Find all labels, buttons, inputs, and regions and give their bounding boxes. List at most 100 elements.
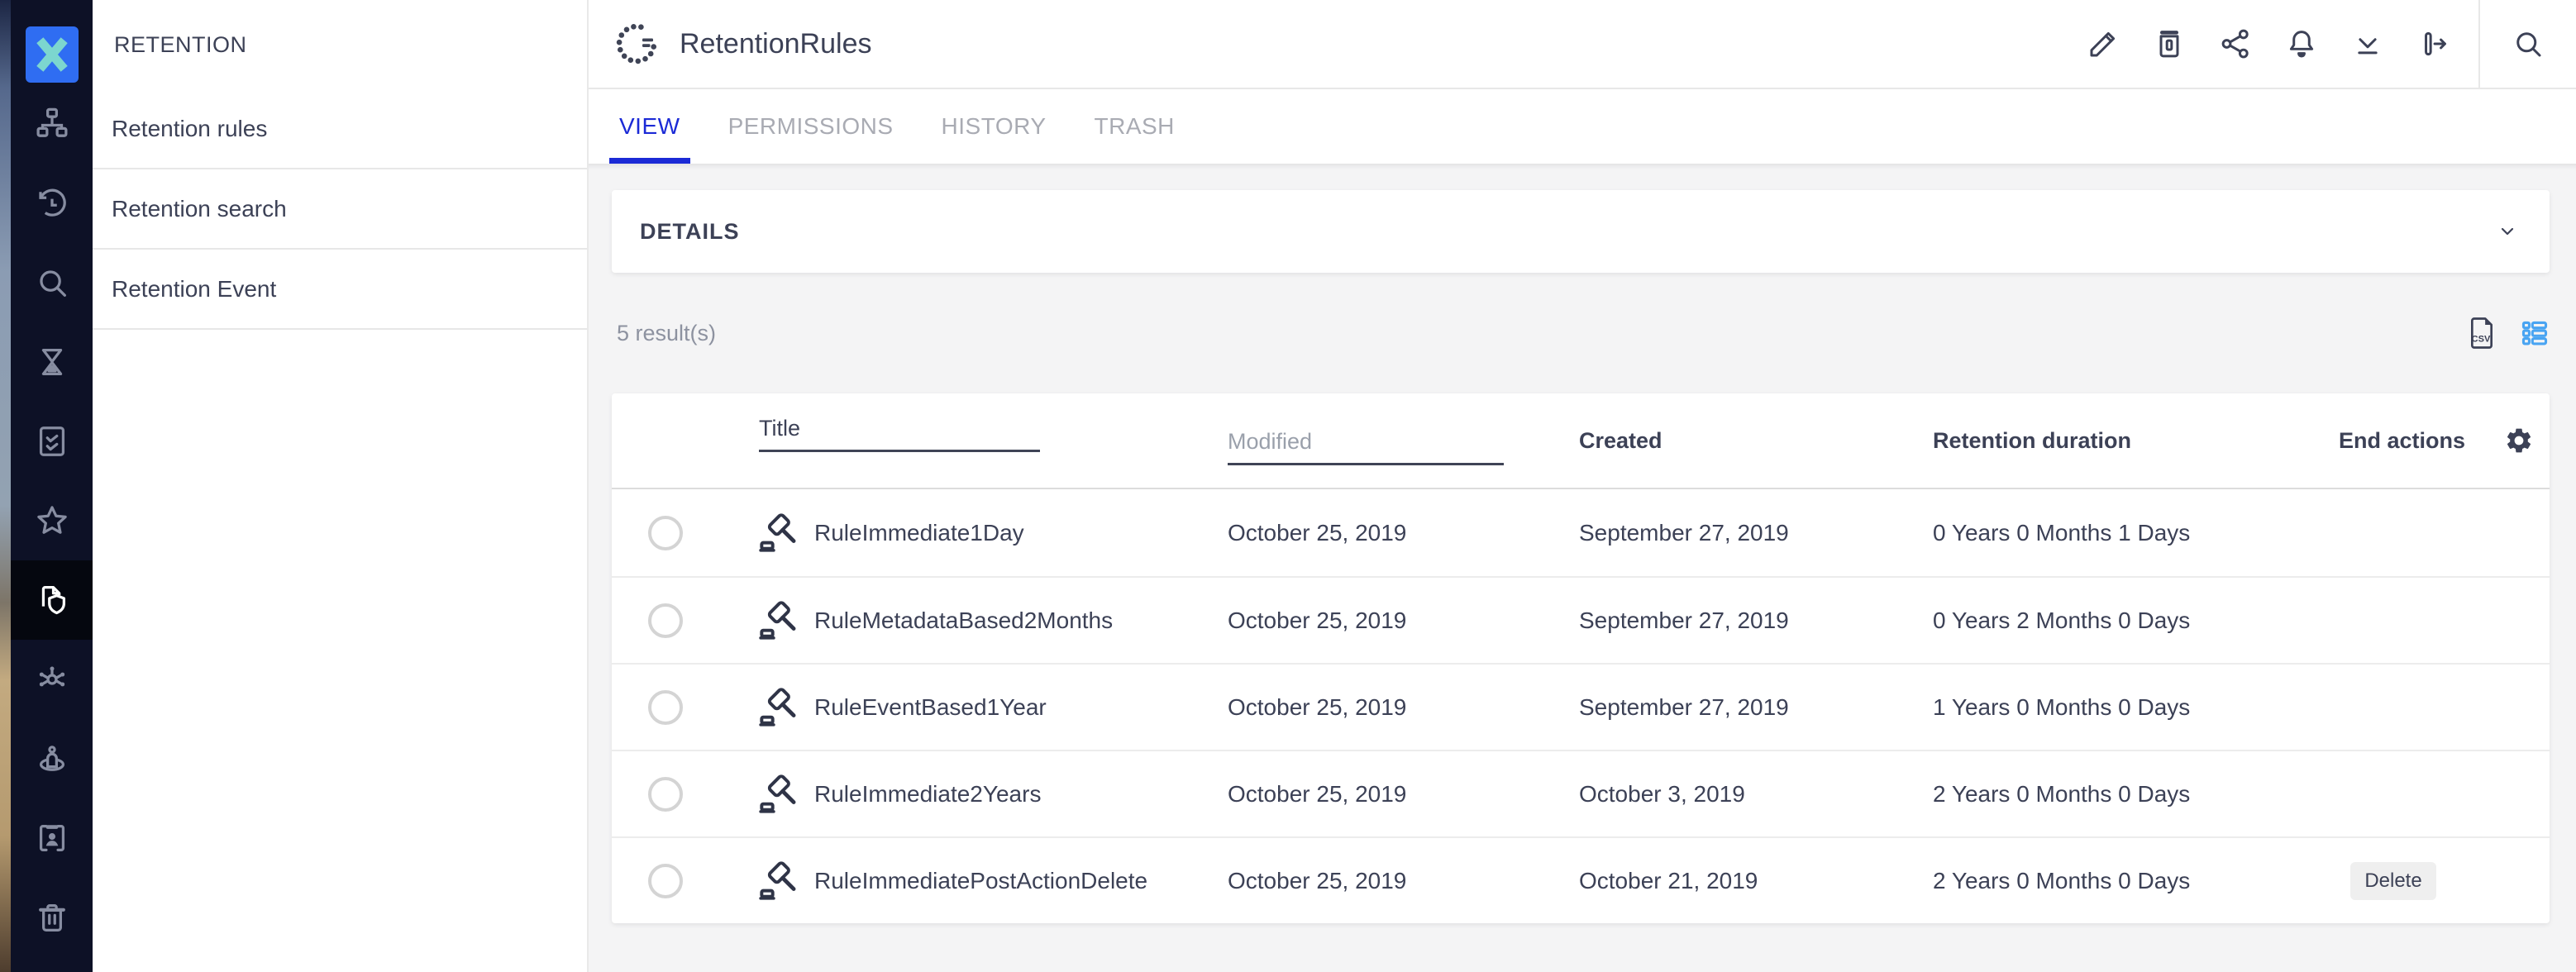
sidebar-item-administration[interactable] [11,719,93,798]
edit-button[interactable] [2070,0,2136,88]
details-title: DETAILS [640,219,740,245]
gavel-icon [759,860,800,902]
row-radio[interactable] [648,690,683,725]
retention-panel: RETENTION Retention rules Retention sear… [93,0,589,972]
row-radio[interactable] [648,516,683,550]
sidebar-item-recent[interactable] [11,164,93,243]
sidebar-item-workflow[interactable] [11,402,93,481]
bell-icon [2284,26,2319,61]
tab-view[interactable]: VIEW [609,89,690,164]
panel-item-retention-event[interactable]: Retention Event [93,250,587,330]
row-radio[interactable] [648,777,683,812]
tab-trash[interactable]: TRASH [1085,89,1185,164]
tree-icon [33,105,71,143]
search-icon [2511,26,2545,61]
notifications-button[interactable] [2268,0,2335,88]
gear-icon [2504,426,2534,455]
sidebar-menu [11,84,93,957]
row-modified: October 25, 2019 [1228,520,1579,546]
sidebar-item-profile[interactable] [11,798,93,878]
row-created: September 27, 2019 [1579,608,1933,634]
column-header-title[interactable]: Title [759,416,1040,452]
tab-history[interactable]: HISTORY [932,89,1057,164]
sidebar-item-browse[interactable] [11,84,93,164]
panel-title: RETENTION [93,0,587,89]
table-row[interactable]: RuleImmediate2Years October 25, 2019 Oct… [612,750,2550,836]
table-row[interactable]: RuleImmediate1Day October 25, 2019 Septe… [612,489,2550,576]
sidebar-item-search[interactable] [11,243,93,322]
pencil-icon [2086,26,2120,61]
column-header-created[interactable]: Created [1579,428,1662,453]
sidebar-item-collections[interactable] [11,640,93,719]
column-settings-button[interactable] [2504,426,2534,455]
share-button[interactable] [2202,0,2268,88]
row-modified: October 25, 2019 [1228,694,1579,721]
tab-permissions[interactable]: PERMISSIONS [718,89,904,164]
main-area: RetentionRules [589,0,2576,972]
admin-user-icon [33,740,71,778]
star-icon [33,502,71,540]
search-icon [33,264,71,302]
move-right-icon [2416,26,2451,61]
panel-item-retention-rules[interactable]: Retention rules [93,89,587,169]
download-button[interactable] [2335,0,2401,88]
row-duration: 0 Years 2 Months 0 Days [1933,608,2298,634]
tab-content: DETAILS 5 result(s) CSV [589,164,2576,972]
row-created: October 21, 2019 [1579,868,1933,894]
row-radio[interactable] [648,603,683,638]
app-window: RETENTION Retention rules Retention sear… [0,0,2576,972]
document-tabs: VIEW PERMISSIONS HISTORY TRASH [589,89,2576,164]
list-view-icon [2520,318,2550,348]
row-modified: October 25, 2019 [1228,608,1579,634]
panel-item-retention-search[interactable]: Retention search [93,169,587,250]
document-search-button[interactable] [2480,0,2576,88]
column-header-retention-duration[interactable]: Retention duration [1933,428,2131,453]
row-title-link[interactable]: RuleImmediatePostActionDelete [814,868,1147,894]
table-header-row: Title Modified Created Retention duratio… [612,393,2550,489]
checklist-icon [33,422,71,460]
row-title-link[interactable]: RuleImmediate2Years [814,781,1041,808]
details-section[interactable]: DETAILS [612,190,2550,273]
gavel-icon [759,687,800,728]
app-sidebar [11,0,93,972]
table-row[interactable]: RuleImmediatePostActionDelete October 25… [612,836,2550,923]
list-view-toggle[interactable] [2520,318,2550,348]
results-count: 5 result(s) [617,321,716,346]
results-table: Title Modified Created Retention duratio… [612,393,2550,923]
x-logo-icon [26,28,79,81]
row-title-link[interactable]: RuleEventBased1Year [814,694,1047,721]
chevron-down-icon [2493,217,2521,245]
column-header-end-actions[interactable]: End actions [2339,428,2465,454]
row-duration: 2 Years 0 Months 0 Days [1933,781,2298,808]
gavel-icon [759,600,800,641]
history-icon [33,184,71,222]
trash-icon [33,898,71,936]
app-logo[interactable] [26,26,79,83]
row-duration: 2 Years 0 Months 0 Days [1933,868,2298,894]
row-title-link[interactable]: RuleImmediate1Day [814,520,1024,546]
export-csv-button[interactable]: CSV [2465,314,2498,352]
id-card-icon [33,819,71,857]
row-title-link[interactable]: RuleMetadataBased2Months [814,608,1113,634]
row-created: September 27, 2019 [1579,694,1933,721]
delete-button[interactable] [2136,0,2202,88]
table-row[interactable]: RuleMetadataBased2Months October 25, 201… [612,576,2550,663]
download-icon [2350,26,2385,61]
row-radio[interactable] [648,864,683,898]
document-type-icon [615,21,661,67]
share-icon [2218,26,2253,61]
sidebar-item-tasks[interactable] [11,322,93,402]
results-toolbar: 5 result(s) CSV [612,273,2550,393]
export-button[interactable] [2401,0,2467,88]
svg-text:CSV: CSV [2472,334,2491,344]
sidebar-item-trash[interactable] [11,878,93,957]
table-row[interactable]: RuleEventBased1Year October 25, 2019 Sep… [612,663,2550,750]
row-modified: October 25, 2019 [1228,868,1579,894]
sidebar-item-retention[interactable] [11,560,93,640]
trash-icon [2152,26,2187,61]
sidebar-item-favorites[interactable] [11,481,93,560]
column-header-modified[interactable]: Modified [1228,429,1504,465]
desktop-wallpaper-sliver [0,0,11,972]
row-created: October 3, 2019 [1579,781,1933,808]
gavel-icon [759,774,800,815]
